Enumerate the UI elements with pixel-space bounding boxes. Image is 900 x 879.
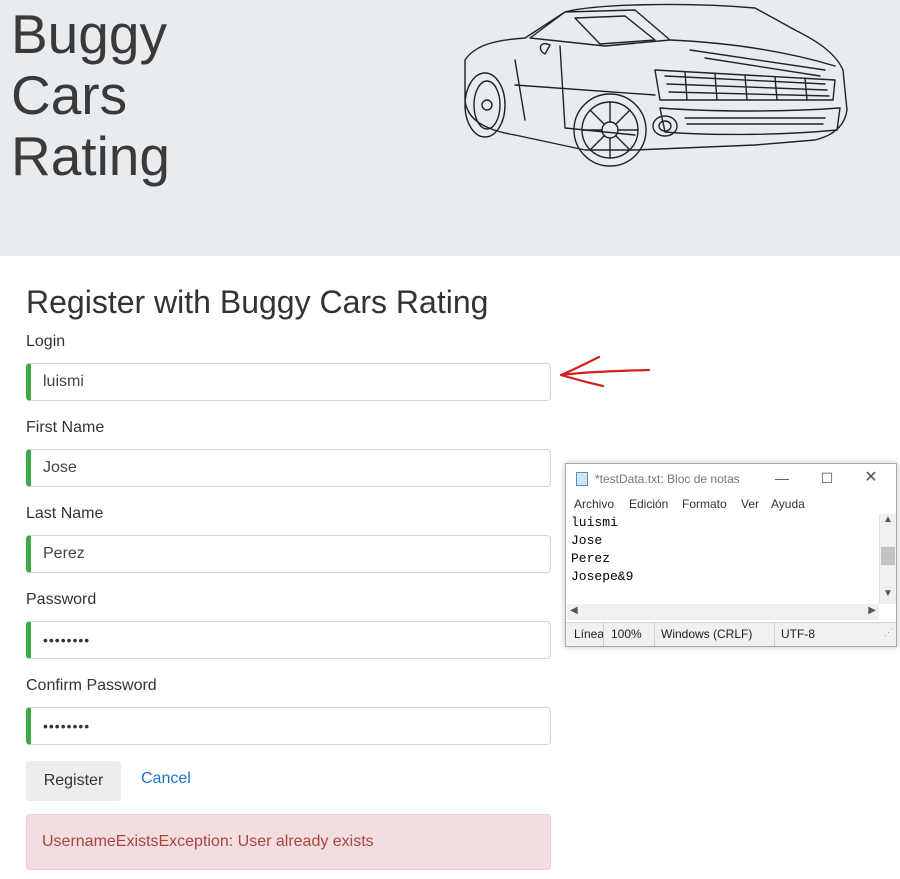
brand-title[interactable]: Buggy Cars Rating xyxy=(11,4,170,187)
error-alert: UsernameExistsException: User already ex… xyxy=(26,814,551,870)
confirm-password-input[interactable]: •••••••• xyxy=(26,707,551,745)
minimize-icon[interactable]: — xyxy=(771,468,793,488)
password-label: Password xyxy=(26,591,97,608)
login-input[interactable]: luismi xyxy=(26,363,551,401)
menu-item-edicion[interactable]: Edición xyxy=(629,497,668,511)
brand-line: Buggy xyxy=(11,3,167,65)
brand-line: Cars xyxy=(11,64,128,126)
status-encoding: UTF-8 xyxy=(781,627,815,641)
resize-grip-icon[interactable]: ⋰ xyxy=(884,627,893,638)
first-name-label: First Name xyxy=(26,419,105,436)
car-illustration xyxy=(464,3,848,167)
last-name-label: Last Name xyxy=(26,505,104,522)
brand-line: Rating xyxy=(11,125,170,187)
confirm-password-label: Confirm Password xyxy=(26,677,157,694)
status-line-ending: Windows (CRLF) xyxy=(661,627,753,641)
menu-item-formato[interactable]: Formato xyxy=(682,497,727,511)
notepad-title: *testData.txt: Bloc de notas xyxy=(595,472,740,486)
last-name-input[interactable]: Perez xyxy=(26,535,551,573)
register-button[interactable]: Register xyxy=(26,761,121,801)
page-title: Register with Buggy Cars Rating xyxy=(26,284,489,320)
close-icon[interactable]: ✕ xyxy=(860,468,882,488)
scroll-thumb[interactable] xyxy=(881,547,895,565)
status-separator xyxy=(603,623,604,646)
scroll-up-icon[interactable]: ▲ xyxy=(883,514,893,525)
menu-item-ayuda[interactable]: Ayuda xyxy=(771,497,805,511)
password-input[interactable]: •••••••• xyxy=(26,621,551,659)
cancel-link[interactable]: Cancel xyxy=(141,770,191,788)
scroll-left-icon[interactable]: ◀ xyxy=(570,605,578,616)
notepad-text-area[interactable]: luismi Jose Perez Josepe&9 xyxy=(567,514,879,604)
text-line: Josepe&9 xyxy=(571,569,634,584)
text-line: Perez xyxy=(571,551,611,566)
scroll-down-icon[interactable]: ▼ xyxy=(883,588,893,599)
horizontal-scrollbar[interactable]: ◀ ▶ xyxy=(567,604,879,620)
annotation-arrow-icon xyxy=(559,355,651,388)
menu-item-archivo[interactable]: Archivo xyxy=(574,497,614,511)
status-separator xyxy=(774,623,775,646)
status-separator xyxy=(654,623,655,646)
status-zoom: 100% xyxy=(611,627,642,641)
vertical-scrollbar[interactable]: ▲ ▼ xyxy=(879,514,896,604)
header-banner: Buggy Cars Rating xyxy=(0,0,900,256)
status-line: Línea xyxy=(574,627,605,641)
first-name-input[interactable]: Jose xyxy=(26,449,551,487)
text-line: Jose xyxy=(571,533,603,548)
notepad-icon xyxy=(576,472,588,486)
notepad-statusbar: Línea 100% Windows (CRLF) UTF-8 ⋰ xyxy=(566,622,896,646)
text-line: luismi xyxy=(571,515,618,530)
maximize-icon[interactable]: ☐ xyxy=(816,468,838,488)
notepad-titlebar[interactable]: *testData.txt: Bloc de notas — ☐ ✕ xyxy=(566,464,896,494)
login-label: Login xyxy=(26,333,66,350)
menu-item-ver[interactable]: Ver xyxy=(741,497,759,511)
notepad-menubar: Archivo Edición Formato Ver Ayuda xyxy=(566,496,896,514)
notepad-window[interactable]: *testData.txt: Bloc de notas — ☐ ✕ Archi… xyxy=(565,463,897,647)
scroll-right-icon[interactable]: ▶ xyxy=(868,605,876,616)
